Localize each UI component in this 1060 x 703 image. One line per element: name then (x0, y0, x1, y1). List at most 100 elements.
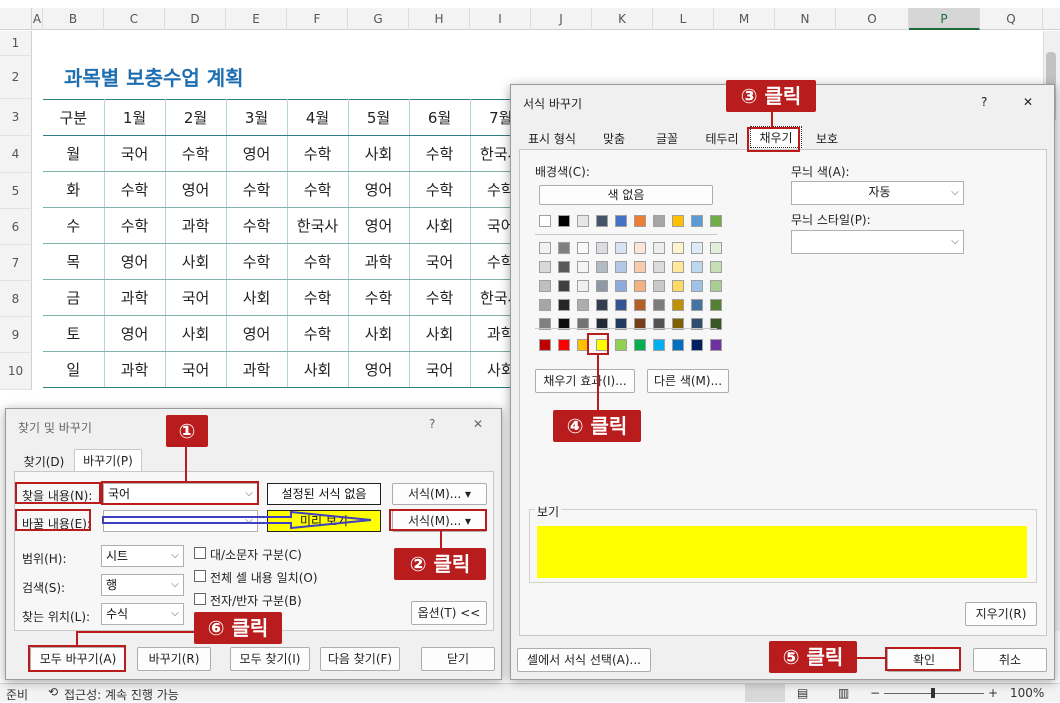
column-header-j[interactable]: J (531, 8, 592, 30)
column-header-e[interactable]: E (226, 8, 287, 30)
theme-color-swatch[interactable] (653, 215, 665, 227)
table-cell[interactable]: 과학 (226, 351, 288, 388)
table-cell[interactable]: 국어 (165, 279, 227, 316)
more-colors-button[interactable]: 다른 색(M)... (647, 369, 729, 393)
table-cell[interactable]: 사회 (348, 135, 410, 172)
tint-color-swatch[interactable] (615, 261, 627, 273)
help-icon[interactable]: ? (981, 95, 987, 109)
table-cell[interactable]: 수학 (226, 243, 288, 280)
table-cell[interactable]: 영어 (226, 135, 288, 172)
table-cell[interactable]: 영어 (104, 243, 166, 280)
page-break-icon[interactable]: ▥ (838, 686, 849, 700)
tint-color-swatch[interactable] (596, 299, 608, 311)
column-header-i[interactable]: I (470, 8, 531, 30)
standard-color-swatch[interactable] (691, 339, 703, 351)
table-cell[interactable]: 영어 (348, 171, 410, 208)
tint-color-swatch[interactable] (710, 280, 722, 292)
scope-select[interactable]: 시트 ⌵ (101, 545, 184, 567)
table-cell[interactable]: 6월 (409, 99, 471, 136)
tint-color-swatch[interactable] (558, 299, 570, 311)
column-header-d[interactable]: D (165, 8, 226, 30)
zoom-slider-thumb[interactable] (931, 688, 935, 698)
table-cell[interactable]: 구분 (43, 99, 105, 136)
standard-color-swatch[interactable] (615, 339, 627, 351)
column-header-l[interactable]: L (653, 8, 714, 30)
tint-color-swatch[interactable] (539, 280, 551, 292)
tint-color-swatch[interactable] (653, 261, 665, 273)
tint-color-swatch[interactable] (596, 280, 608, 292)
theme-color-swatch[interactable] (615, 215, 627, 227)
accessibility-status[interactable]: 접근성: 계속 진행 가능 (64, 686, 179, 703)
choose-from-cell-button[interactable]: 셀에서 서식 선택(A)... (517, 648, 651, 672)
tab-find[interactable]: 찾기(D) (16, 451, 72, 473)
table-cell[interactable]: 과학 (165, 207, 227, 244)
chevron-down-icon[interactable]: ⌵ (167, 604, 183, 624)
column-header-f[interactable]: F (287, 8, 348, 30)
table-cell[interactable]: 사회 (348, 315, 410, 352)
zoom-level[interactable]: 100% (1010, 686, 1044, 700)
tint-color-swatch[interactable] (539, 242, 551, 254)
tint-color-swatch[interactable] (558, 261, 570, 273)
table-cell[interactable]: 영어 (348, 207, 410, 244)
options-button[interactable]: 옵션(T) << (411, 601, 487, 625)
row-header-7[interactable]: 7 (0, 245, 32, 281)
table-cell[interactable]: 금 (43, 279, 105, 316)
tint-color-swatch[interactable] (691, 261, 703, 273)
standard-color-swatch[interactable] (672, 339, 684, 351)
table-cell[interactable]: 사회 (409, 207, 471, 244)
tint-color-swatch[interactable] (634, 242, 646, 254)
tint-color-swatch[interactable] (615, 242, 627, 254)
cancel-button[interactable]: 취소 (973, 648, 1047, 672)
tint-color-swatch[interactable] (672, 280, 684, 292)
zoom-in-icon[interactable]: + (988, 686, 998, 700)
no-color-button[interactable]: 색 없음 (539, 185, 713, 205)
table-cell[interactable]: 2월 (165, 99, 227, 136)
chevron-down-icon[interactable]: ⌵ (947, 231, 963, 253)
tint-color-swatch[interactable] (653, 242, 665, 254)
close-button[interactable]: 닫기 (421, 647, 495, 671)
find-next-button[interactable]: 다음 찾기(F) (320, 647, 400, 671)
tab-number[interactable]: 표시 형식 (521, 128, 583, 150)
normal-view-icon[interactable] (745, 684, 785, 702)
tint-color-swatch[interactable] (634, 280, 646, 292)
tint-color-swatch[interactable] (615, 280, 627, 292)
table-cell[interactable]: 수학 (104, 207, 166, 244)
table-cell[interactable]: 수학 (165, 135, 227, 172)
tint-color-swatch[interactable] (691, 242, 703, 254)
table-cell[interactable]: 영어 (104, 315, 166, 352)
tint-color-swatch[interactable] (615, 299, 627, 311)
row-header-4[interactable]: 4 (0, 136, 32, 173)
table-cell[interactable]: 영어 (226, 315, 288, 352)
fill-effects-button[interactable]: 채우기 효과(I)... (535, 369, 635, 393)
tint-color-swatch[interactable] (577, 299, 589, 311)
tint-color-swatch[interactable] (710, 242, 722, 254)
theme-color-swatch[interactable] (558, 215, 570, 227)
tint-color-swatch[interactable] (558, 242, 570, 254)
theme-color-swatch[interactable] (710, 215, 722, 227)
table-cell[interactable]: 수학 (287, 315, 349, 352)
whole-cell-checkbox[interactable] (194, 570, 206, 582)
table-cell[interactable]: 5월 (348, 99, 410, 136)
tab-alignment[interactable]: 맞춤 (591, 128, 637, 150)
tint-color-swatch[interactable] (672, 299, 684, 311)
tint-color-swatch[interactable] (710, 299, 722, 311)
pattern-style-select[interactable]: ⌵ (791, 230, 964, 254)
column-header-p[interactable]: P (909, 8, 980, 30)
row-header-5[interactable]: 5 (0, 173, 32, 209)
column-header-o[interactable]: O (836, 8, 909, 30)
select-all-corner[interactable] (0, 8, 32, 30)
table-cell[interactable]: 사회 (165, 243, 227, 280)
table-cell[interactable]: 수 (43, 207, 105, 244)
table-cell[interactable]: 국어 (104, 135, 166, 172)
tint-color-swatch[interactable] (653, 299, 665, 311)
table-cell[interactable]: 영어 (165, 171, 227, 208)
tint-color-swatch[interactable] (539, 299, 551, 311)
table-cell[interactable]: 수학 (226, 207, 288, 244)
find-format-button[interactable]: 서식(M)... ▾ (392, 483, 487, 505)
table-cell[interactable]: 수학 (287, 135, 349, 172)
table-cell[interactable]: 수학 (348, 279, 410, 316)
tint-color-swatch[interactable] (539, 261, 551, 273)
row-header-6[interactable]: 6 (0, 209, 32, 245)
table-cell[interactable]: 3월 (226, 99, 288, 136)
clear-button[interactable]: 지우기(R) (965, 602, 1037, 626)
